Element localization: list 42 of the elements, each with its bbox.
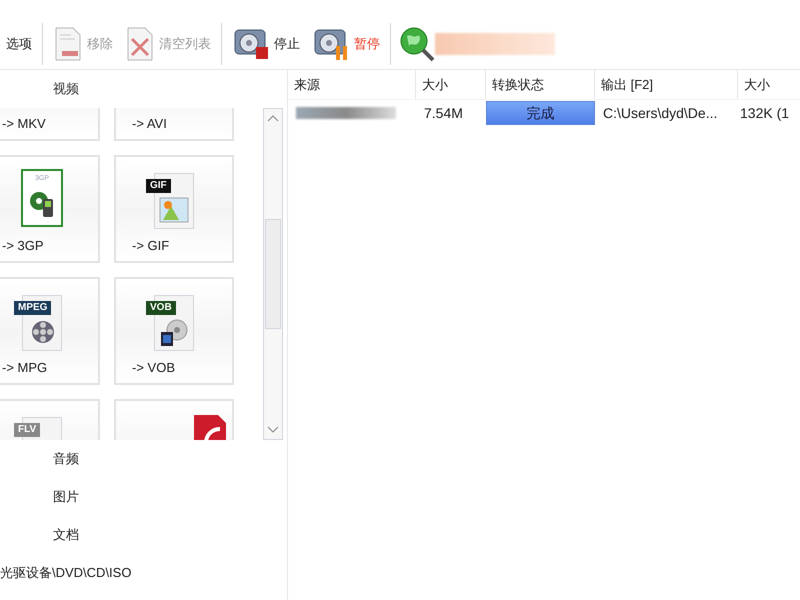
category-header[interactable]: 光驱设备\DVD\CD\ISO <box>0 554 287 592</box>
category-header[interactable]: 视频 <box>0 70 287 108</box>
column-header[interactable]: 输出 [F2] <box>595 70 738 99</box>
scrollbar[interactable] <box>263 108 283 440</box>
disc-icon <box>159 318 189 346</box>
format-label: -> GIF <box>131 236 170 254</box>
format-tile[interactable]: -> AVI <box>114 108 234 141</box>
document-cross-icon <box>125 26 155 60</box>
status-progress: 完成 <box>486 101 595 125</box>
format-label: -> 3GP <box>1 236 44 254</box>
toolbar-button[interactable]: 暂停 <box>306 22 386 66</box>
table-cell-text: C:\Users\dyd\De... <box>602 104 718 123</box>
file-type-label: GIF <box>146 179 171 193</box>
file-type-label: FLV <box>14 423 40 437</box>
globe-search-icon <box>399 26 435 62</box>
format-label: -> AVI <box>131 114 167 132</box>
film-pause-icon <box>312 26 350 60</box>
column-header[interactable]: 大小 <box>738 70 800 99</box>
scroll-thumb[interactable] <box>265 219 281 329</box>
category-header[interactable]: 图片 <box>0 478 287 516</box>
format-tile[interactable]: -> MKV <box>0 108 100 141</box>
toolbar-button[interactable]: 停止 <box>226 22 306 66</box>
category-header[interactable]: 文档 <box>0 516 287 554</box>
table-cell-text: 7.54M <box>423 104 464 122</box>
table-cell-text: 132K (1 <box>739 104 790 123</box>
format-tile[interactable]: FLV <box>0 399 100 440</box>
category-header[interactable]: 音频 <box>0 440 287 478</box>
picture-icon <box>159 196 189 224</box>
column-header[interactable]: 大小 <box>416 70 486 99</box>
format-tile[interactable]: GIF -> GIF <box>114 155 234 263</box>
format-label: -> VOB <box>131 358 175 376</box>
column-header[interactable]: 转换状态 <box>486 70 595 99</box>
toolbar-button[interactable]: 选项 <box>0 22 38 66</box>
format-label: -> MKV <box>1 114 46 132</box>
file-type-label: VOB <box>146 301 176 315</box>
format-tile[interactable]: MPEG -> MPG <box>0 277 100 385</box>
format-label: -> MPG <box>1 358 48 376</box>
format-tile[interactable]: VOB -> VOB <box>114 277 234 385</box>
document-minus-icon <box>53 26 83 60</box>
file-type-label: MPEG <box>14 301 52 315</box>
column-header[interactable]: 来源 <box>288 70 416 99</box>
film-stop-icon <box>232 26 270 60</box>
